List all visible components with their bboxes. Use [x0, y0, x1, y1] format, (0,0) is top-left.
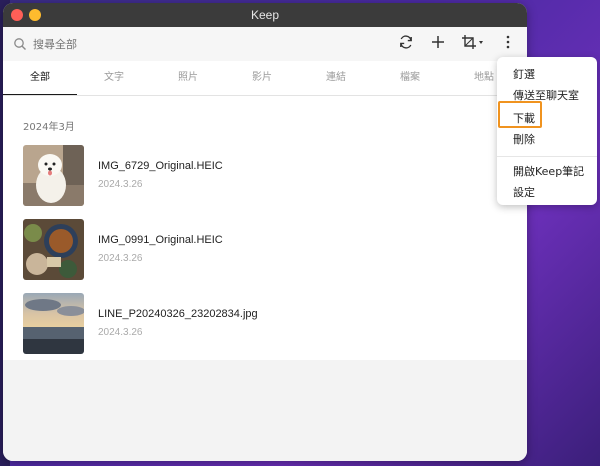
food-photo-thumbnail: [23, 218, 84, 280]
file-name: IMG_0991_Original.HEIC: [98, 234, 223, 246]
file-name: LINE_P20240326_23202834.jpg: [98, 308, 258, 320]
crop-button[interactable]: [461, 33, 485, 51]
window-title: Keep: [250, 8, 280, 22]
file-info: LINE_P20240326_23202834.jpg 2024.3.26: [98, 308, 258, 338]
tab-all[interactable]: 全部: [3, 61, 77, 95]
more-vertical-icon: [500, 34, 516, 50]
tab-text[interactable]: 文字: [77, 61, 151, 95]
file-info: IMG_0991_Original.HEIC 2024.3.26: [98, 234, 223, 264]
dog-photo-thumbnail: [23, 144, 84, 206]
menu-item-delete[interactable]: 刪除: [513, 131, 535, 147]
tab-links[interactable]: 連結: [299, 61, 373, 95]
list-item[interactable]: LINE_P20240326_23202834.jpg 2024.3.26: [23, 292, 503, 354]
search-box[interactable]: [13, 36, 155, 52]
keep-window: Keep 搜尋全部 全部 文字 照片 影片 連結 檔案 地點 2024年3月 I…: [3, 3, 527, 461]
more-options-menu: 釘選 傳送至聊天室 下載 刪除 開啟Keep筆記 設定: [497, 57, 597, 205]
sunset-photo-thumbnail: [23, 292, 84, 354]
title-bar: Keep: [3, 3, 527, 27]
file-date: 2024.3.26: [98, 179, 143, 190]
category-tabs: 全部 文字 照片 影片 連結 檔案 地點: [3, 61, 527, 96]
file-name: IMG_6729_Original.HEIC: [98, 160, 223, 172]
file-info: IMG_6729_Original.HEIC 2024.3.26: [98, 160, 223, 190]
toolbar-actions: [397, 33, 517, 51]
list-item[interactable]: IMG_0991_Original.HEIC 2024.3.26: [23, 218, 503, 280]
refresh-icon: [398, 34, 414, 50]
menu-item-pin[interactable]: 釘選: [513, 66, 535, 82]
more-button[interactable]: [499, 33, 517, 51]
crop-icon: [461, 34, 485, 50]
tab-videos[interactable]: 影片: [225, 61, 299, 95]
add-button[interactable]: [429, 33, 447, 51]
menu-item-settings[interactable]: 設定: [513, 184, 535, 200]
empty-area: [3, 360, 527, 461]
section-date-header: 2024年3月: [23, 122, 75, 133]
refresh-button[interactable]: [397, 33, 415, 51]
menu-divider: [497, 156, 597, 157]
plus-icon: [430, 34, 446, 50]
tab-photos[interactable]: 照片: [151, 61, 225, 95]
file-date: 2024.3.26: [98, 327, 143, 338]
search-icon: [13, 37, 27, 51]
window-controls: [11, 9, 41, 21]
search-input[interactable]: [31, 36, 155, 52]
file-list: 2024年3月 IMG_6729_Original.HEIC 2024.3.26: [3, 96, 527, 360]
toolbar: [3, 27, 527, 61]
download-highlight-box: [498, 101, 542, 128]
menu-item-open-keep-notes[interactable]: 開啟Keep筆記: [513, 163, 584, 179]
tab-files[interactable]: 檔案: [373, 61, 447, 95]
list-item[interactable]: IMG_6729_Original.HEIC 2024.3.26: [23, 144, 503, 206]
close-window-button[interactable]: [11, 9, 23, 21]
minimize-window-button[interactable]: [29, 9, 41, 21]
file-date: 2024.3.26: [98, 253, 143, 264]
